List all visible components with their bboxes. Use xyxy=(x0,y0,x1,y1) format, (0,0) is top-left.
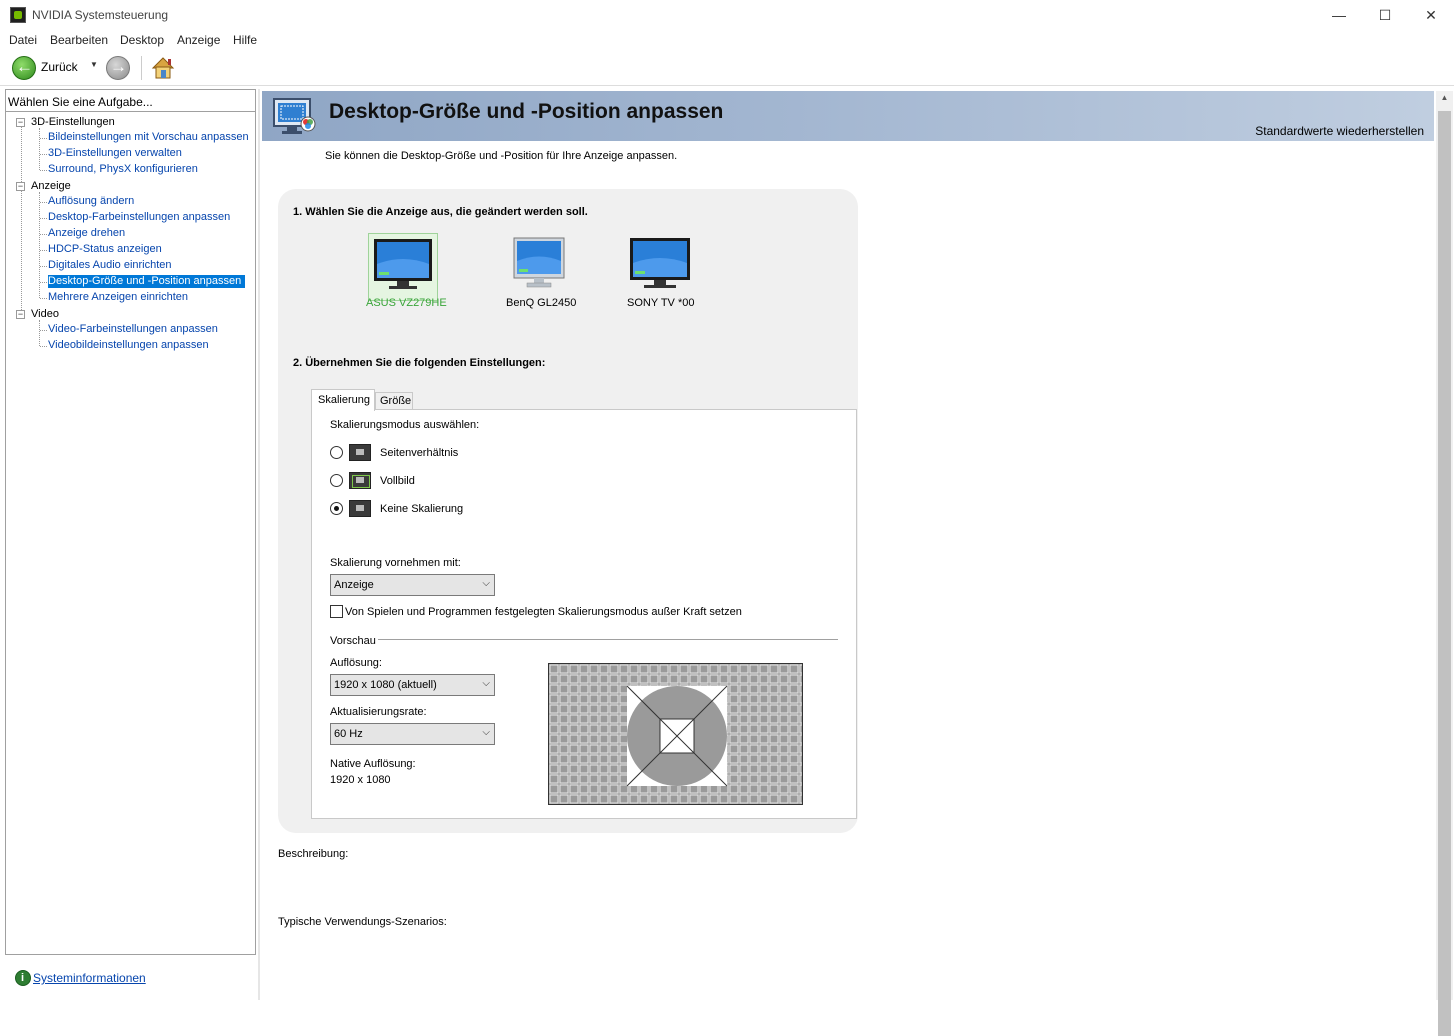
scroll-up-icon[interactable]: ▲ xyxy=(1436,93,1453,107)
refresh-rate-value: 60 Hz xyxy=(334,728,363,740)
tab-scaling[interactable]: Skalierung xyxy=(311,389,375,411)
display-sony[interactable] xyxy=(626,233,696,301)
scaling-mode-label: Skalierungsmodus auswählen: xyxy=(330,419,480,431)
radio-aspect-ratio[interactable] xyxy=(330,446,343,459)
close-button[interactable]: ✕ xyxy=(1408,0,1454,30)
monitor-icon xyxy=(630,238,690,288)
task-navigation-pane: Wählen Sie eine Aufgabe... − 3D-Einstell… xyxy=(5,89,256,955)
tree-item-video-image[interactable]: Videobildeinstellungen anpassen xyxy=(48,339,209,351)
toolbar: Zurück ▼ xyxy=(0,50,1454,86)
radio-fullscreen[interactable] xyxy=(330,474,343,487)
fullscreen-icon xyxy=(349,472,371,489)
minimize-button[interactable]: — xyxy=(1316,0,1362,30)
display-label-asus[interactable]: ASUS VZ279HE xyxy=(366,297,447,309)
label-fullscreen[interactable]: Vollbild xyxy=(380,475,415,487)
scale-with-dropdown[interactable]: Anzeige ⌵ xyxy=(330,574,495,596)
tree-item-multiple-displays[interactable]: Mehrere Anzeigen einrichten xyxy=(48,291,188,303)
description-label: Beschreibung: xyxy=(278,848,349,860)
pane-splitter[interactable] xyxy=(258,89,260,1000)
scale-with-value: Anzeige xyxy=(334,579,374,591)
native-resolution-value: 1920 x 1080 xyxy=(330,774,391,786)
back-history-dropdown-icon[interactable]: ▼ xyxy=(90,60,98,69)
chevron-down-icon: ⌵ xyxy=(482,727,490,738)
test-pattern-image xyxy=(549,664,802,804)
desktop-monitor-icon xyxy=(273,98,316,134)
tree-connector xyxy=(21,125,22,316)
native-resolution-label: Native Auflösung: xyxy=(330,758,416,770)
tree-item-digital-audio[interactable]: Digitales Audio einrichten xyxy=(48,259,172,271)
menu-bar: Datei Bearbeiten Desktop Anzeige Hilfe xyxy=(0,30,1454,50)
override-scaling-label[interactable]: Von Spielen und Programmen festgelegten … xyxy=(345,606,742,618)
tree-group-video[interactable]: Video xyxy=(31,308,59,320)
left-pane-footer: Systeminformationen xyxy=(5,960,256,994)
task-pane-header: Wählen Sie eine Aufgabe... xyxy=(6,90,255,112)
tree-item-rotate-display[interactable]: Anzeige drehen xyxy=(48,227,125,239)
tree-item-surround-physx[interactable]: Surround, PhysX konfigurieren xyxy=(48,163,198,175)
scaling-preview xyxy=(548,663,803,805)
tree-item-desktop-size-position[interactable]: Desktop-Größe und -Position anpassen xyxy=(48,275,246,288)
chevron-down-icon: ⌵ xyxy=(482,578,490,589)
page-intro-text: Sie können die Desktop-Größe und -Positi… xyxy=(325,150,678,162)
window-title: NVIDIA Systemsteuerung xyxy=(32,8,169,22)
forward-arrow-icon[interactable] xyxy=(106,56,130,80)
system-information-link[interactable]: Systeminformationen xyxy=(33,971,146,985)
menu-desktop[interactable]: Desktop xyxy=(120,33,164,47)
collapse-3d-settings-toggle[interactable]: − xyxy=(16,118,25,127)
tree-group-3d-settings[interactable]: 3D-Einstellungen xyxy=(31,116,115,128)
restore-defaults-link[interactable]: Standardwerte wiederherstellen xyxy=(1255,124,1424,138)
page-header: Desktop-Größe und -Position anpassen Sta… xyxy=(262,91,1434,141)
menu-anzeige[interactable]: Anzeige xyxy=(177,33,220,47)
resolution-dropdown[interactable]: 1920 x 1080 (aktuell) ⌵ xyxy=(330,674,495,696)
nvidia-icon xyxy=(10,7,26,23)
usage-scenarios-label: Typische Verwendungs-Szenarios: xyxy=(278,916,447,928)
maximize-button[interactable]: ☐ xyxy=(1362,0,1408,30)
chevron-down-icon: ⌵ xyxy=(482,678,490,689)
toolbar-separator xyxy=(141,56,142,80)
tree-connector xyxy=(39,128,40,170)
preview-divider xyxy=(378,639,838,640)
display-label-benq[interactable]: BenQ GL2450 xyxy=(506,297,576,309)
menu-hilfe[interactable]: Hilfe xyxy=(233,33,257,47)
tree-connector xyxy=(39,320,40,346)
refresh-rate-label: Aktualisierungsrate: xyxy=(330,706,427,718)
vertical-scrollbar[interactable]: ▲ xyxy=(1436,91,1453,1036)
title-bar: NVIDIA Systemsteuerung — ☐ ✕ xyxy=(0,0,1454,30)
display-benq[interactable] xyxy=(505,233,575,301)
no-scaling-icon xyxy=(349,500,371,517)
back-arrow-icon[interactable] xyxy=(12,56,36,80)
collapse-display-toggle[interactable]: − xyxy=(16,182,25,191)
step1-heading: 1. Wählen Sie die Anzeige aus, die geänd… xyxy=(293,206,588,218)
tree-item-desktop-color[interactable]: Desktop-Farbeinstellungen anpassen xyxy=(48,211,230,223)
tree-item-image-settings-preview[interactable]: Bildeinstellungen mit Vorschau anpassen xyxy=(48,131,249,143)
resolution-value: 1920 x 1080 (aktuell) xyxy=(334,679,437,691)
scale-with-label: Skalierung vornehmen mit: xyxy=(330,557,461,569)
collapse-video-toggle[interactable]: − xyxy=(16,310,25,319)
tree-item-manage-3d-settings[interactable]: 3D-Einstellungen verwalten xyxy=(48,147,182,159)
override-scaling-checkbox[interactable] xyxy=(330,605,343,618)
tree-item-hdcp-status[interactable]: HDCP-Status anzeigen xyxy=(48,243,162,255)
display-label-sony[interactable]: SONY TV *00 xyxy=(627,297,694,309)
label-no-scaling[interactable]: Keine Skalierung xyxy=(380,503,463,515)
label-aspect-ratio[interactable]: Seitenverhältnis xyxy=(380,447,458,459)
preview-group-label: Vorschau xyxy=(330,635,376,647)
monitor-icon xyxy=(374,239,432,289)
aspect-ratio-icon xyxy=(349,444,371,461)
back-button-label[interactable]: Zurück xyxy=(41,60,78,74)
resolution-label: Auflösung: xyxy=(330,657,382,669)
radio-no-scaling[interactable] xyxy=(330,502,343,515)
step2-heading: 2. Übernehmen Sie die folgenden Einstell… xyxy=(293,357,546,369)
tree-item-video-color[interactable]: Video-Farbeinstellungen anpassen xyxy=(48,323,218,335)
page-title: Desktop-Größe und -Position anpassen xyxy=(329,100,724,123)
home-icon[interactable] xyxy=(150,55,176,81)
menu-datei[interactable]: Datei xyxy=(9,33,37,47)
system-info-icon[interactable] xyxy=(15,970,31,986)
refresh-rate-dropdown[interactable]: 60 Hz ⌵ xyxy=(330,723,495,745)
tree-item-change-resolution[interactable]: Auflösung ändern xyxy=(48,195,134,207)
monitor-icon xyxy=(513,237,565,288)
scrollbar-thumb[interactable] xyxy=(1438,111,1451,1036)
tree-group-display[interactable]: Anzeige xyxy=(31,180,71,192)
menu-bearbeiten[interactable]: Bearbeiten xyxy=(50,33,108,47)
display-asus-selected[interactable] xyxy=(368,233,438,301)
